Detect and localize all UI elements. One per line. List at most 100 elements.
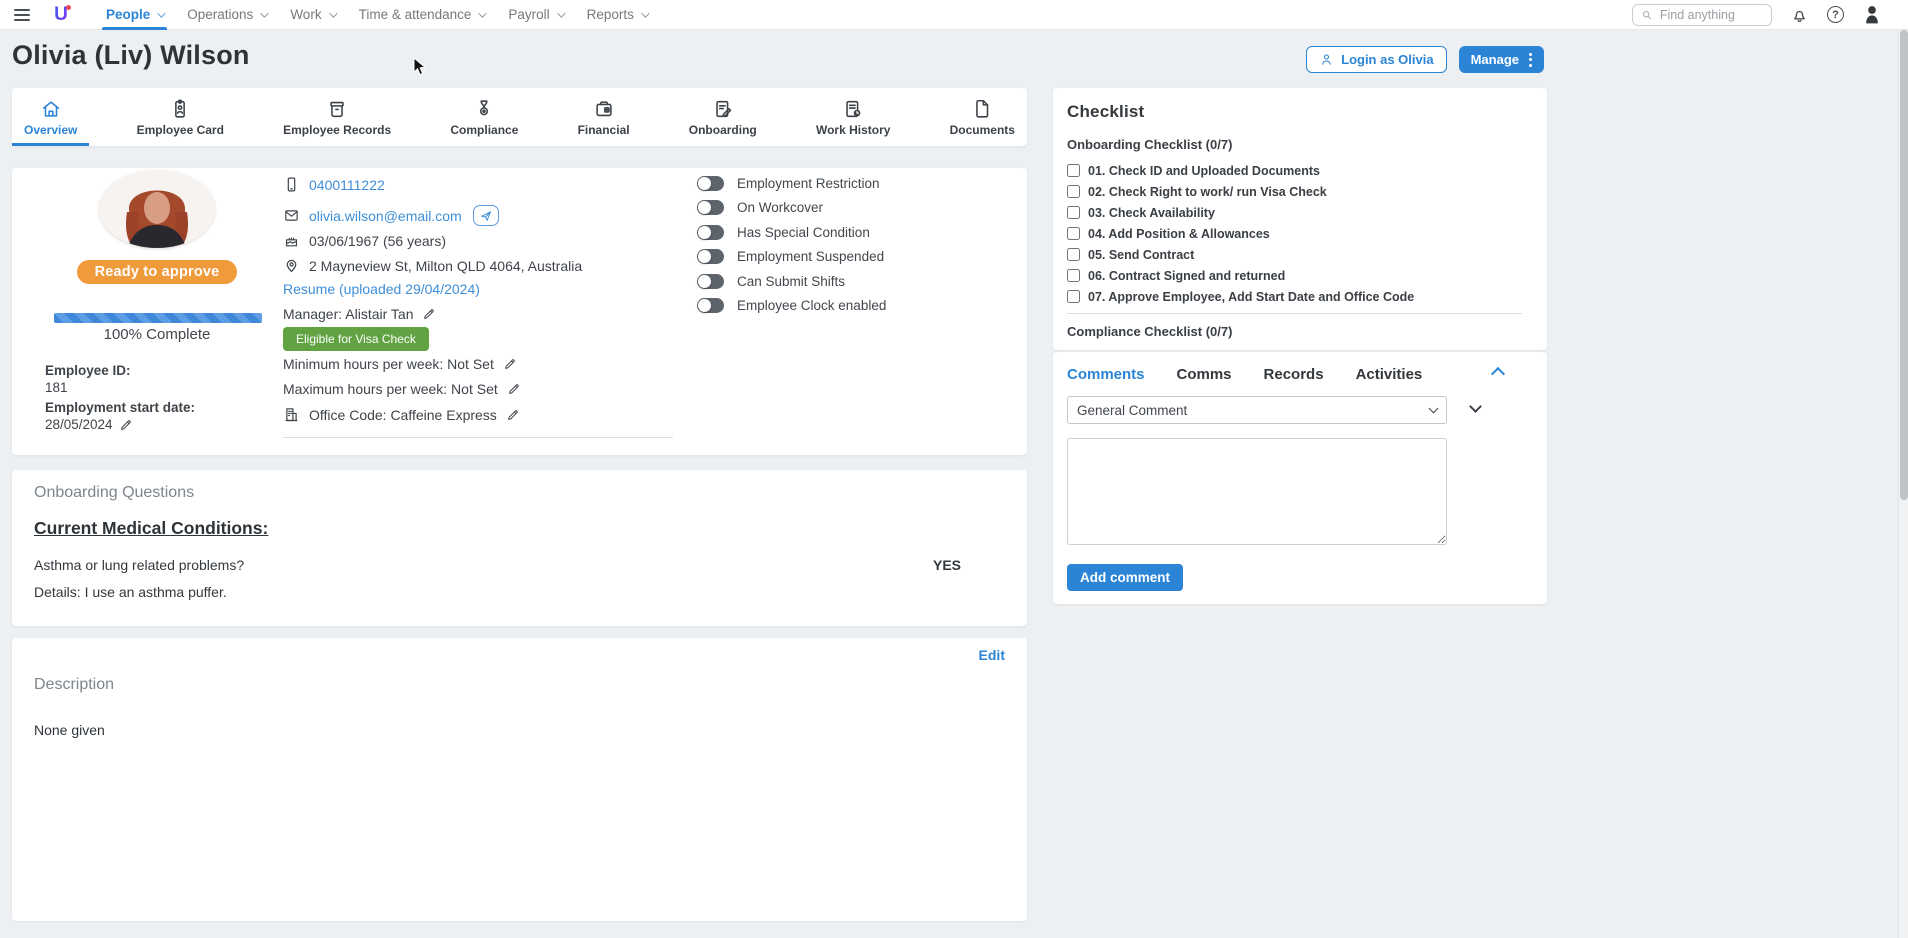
- edit-pencil-icon[interactable]: [506, 408, 520, 422]
- checklist-item-7[interactable]: 07. Approve Employee, Add Start Date and…: [1067, 286, 1533, 307]
- tab-employee-records[interactable]: Employee Records: [271, 88, 403, 146]
- email-link[interactable]: olivia.wilson@email.com: [309, 208, 462, 224]
- edit-pencil-icon[interactable]: [422, 307, 436, 321]
- page-scrollbar[interactable]: [1898, 0, 1908, 938]
- nav-item-people[interactable]: People: [94, 0, 175, 29]
- document-clock-icon: [842, 98, 864, 120]
- onboarding-checklist-items: 01. Check ID and Uploaded Documents 02. …: [1067, 160, 1533, 307]
- nav-item-operations[interactable]: Operations: [175, 0, 278, 29]
- nav-item-reports[interactable]: Reports: [575, 0, 659, 29]
- mobile-phone-icon: [283, 176, 300, 193]
- employment-suspended-toggle[interactable]: [697, 249, 724, 264]
- medal-icon: [473, 98, 495, 120]
- employee-profile-page: U People Operations Work Time & attendan…: [0, 0, 1908, 938]
- send-email-button[interactable]: [473, 205, 499, 226]
- nav-item-work[interactable]: Work: [278, 0, 346, 29]
- page-title: Olivia (Liv) Wilson: [12, 40, 250, 71]
- kebab-menu-icon[interactable]: [1529, 53, 1532, 67]
- office-code-row: Office Code: Caffeine Express: [283, 406, 520, 423]
- checklist-item-2[interactable]: 02. Check Right to work/ run Visa Check: [1067, 181, 1533, 202]
- tab-records[interactable]: Records: [1264, 366, 1324, 383]
- add-comment-button[interactable]: Add comment: [1067, 564, 1183, 591]
- checkbox[interactable]: [1067, 164, 1080, 177]
- brand-logo-dot: [66, 5, 71, 10]
- tab-onboarding[interactable]: Onboarding: [677, 88, 769, 146]
- tab-activities[interactable]: Activities: [1356, 366, 1423, 383]
- tab-financial[interactable]: Financial: [566, 88, 642, 146]
- comments-tab-bar: Comments Comms Records Activities: [1067, 366, 1533, 383]
- tab-documents[interactable]: Documents: [938, 88, 1027, 146]
- employee-clock-toggle[interactable]: [697, 298, 724, 313]
- visa-check-badge[interactable]: Eligible for Visa Check: [283, 327, 429, 351]
- nav-item-payroll[interactable]: Payroll: [496, 0, 574, 29]
- employee-id-label: Employee ID:: [45, 363, 131, 378]
- tab-comms[interactable]: Comms: [1177, 366, 1232, 383]
- checklist-item-5[interactable]: 05. Send Contract: [1067, 244, 1533, 265]
- checkbox[interactable]: [1067, 227, 1080, 240]
- topbar-right-actions: ?: [1632, 4, 1908, 26]
- user-avatar-icon[interactable]: [1862, 4, 1882, 26]
- expand-chevron-down-icon[interactable]: [1469, 400, 1482, 413]
- tab-compliance[interactable]: Compliance: [438, 88, 530, 146]
- can-submit-shifts-toggle[interactable]: [697, 274, 724, 289]
- employment-restriction-toggle[interactable]: [697, 176, 724, 191]
- tab-overview[interactable]: Overview: [12, 88, 89, 146]
- birth-date-row: 03/06/1967 (56 years): [283, 232, 446, 249]
- notifications-bell-icon[interactable]: [1790, 5, 1809, 24]
- onboarding-checklist-title: Onboarding Checklist (0/7): [1067, 137, 1533, 152]
- collapse-chevron-up-icon[interactable]: [1491, 367, 1505, 381]
- paper-plane-icon: [479, 209, 493, 223]
- resume-row: Resume (uploaded 29/04/2024): [283, 281, 480, 297]
- phone-row: 0400111222: [283, 176, 385, 193]
- chevron-down-icon: [641, 9, 649, 17]
- checkbox[interactable]: [1067, 290, 1080, 303]
- description-card: Edit Description None given: [12, 638, 1027, 921]
- global-search[interactable]: [1632, 4, 1772, 26]
- checklist-item-3[interactable]: 03. Check Availability: [1067, 202, 1533, 223]
- tab-comments[interactable]: Comments: [1067, 366, 1145, 383]
- chevron-down-icon: [557, 9, 565, 17]
- checklist-item-1[interactable]: 01. Check ID and Uploaded Documents: [1067, 160, 1533, 181]
- comment-type-select[interactable]: General Comment: [1067, 396, 1447, 424]
- scrollbar-thumb[interactable]: [1900, 30, 1908, 500]
- checkbox[interactable]: [1067, 206, 1080, 219]
- edit-description-link[interactable]: Edit: [979, 647, 1005, 663]
- tab-work-history[interactable]: Work History: [804, 88, 902, 146]
- envelope-icon: [283, 207, 300, 224]
- phone-link[interactable]: 0400111222: [309, 177, 385, 193]
- birthday-cake-icon: [283, 232, 300, 249]
- checklist-card: Checklist Onboarding Checklist (0/7) 01.…: [1053, 88, 1547, 350]
- brand-logo[interactable]: U: [50, 4, 72, 26]
- location-pin-icon: [283, 257, 300, 274]
- divider: [283, 437, 673, 438]
- checkbox[interactable]: [1067, 269, 1080, 282]
- nav-item-time-attendance[interactable]: Time & attendance: [347, 0, 497, 29]
- checkbox[interactable]: [1067, 185, 1080, 198]
- edit-pencil-icon[interactable]: [507, 382, 521, 396]
- search-input[interactable]: [1660, 8, 1763, 22]
- profile-contact-column: 0400111222 olivia.wilson@email.com 03/06…: [283, 168, 683, 455]
- progress-label: 100% Complete: [32, 326, 282, 343]
- help-icon[interactable]: ?: [1827, 6, 1844, 23]
- checklist-item-4[interactable]: 04. Add Position & Allowances: [1067, 223, 1533, 244]
- manage-button[interactable]: Manage: [1459, 46, 1544, 73]
- profile-left-column: Ready to approve 100% Complete Employee …: [32, 170, 282, 284]
- min-hours-text: Minimum hours per week: Not Set: [283, 356, 494, 372]
- toggle-row-special-condition: Has Special Condition: [697, 225, 870, 240]
- manager-row: Manager: Alistair Tan: [283, 306, 436, 322]
- has-special-condition-toggle[interactable]: [697, 225, 724, 240]
- profile-photo[interactable]: [99, 170, 215, 248]
- max-hours-text: Maximum hours per week: Not Set: [283, 381, 498, 397]
- on-workcover-toggle[interactable]: [697, 200, 724, 215]
- edit-pencil-icon[interactable]: [503, 357, 517, 371]
- hamburger-menu-icon[interactable]: [14, 9, 30, 21]
- checklist-item-6[interactable]: 06. Contract Signed and returned: [1067, 265, 1533, 286]
- comment-textarea[interactable]: [1067, 438, 1447, 545]
- login-as-button[interactable]: Login as Olivia: [1306, 46, 1446, 73]
- tab-employee-card[interactable]: Employee Card: [125, 88, 236, 146]
- toggle-row-employment-restriction: Employment Restriction: [697, 176, 880, 191]
- resume-link[interactable]: Resume (uploaded 29/04/2024): [283, 281, 480, 297]
- checkbox[interactable]: [1067, 248, 1080, 261]
- top-navigation-bar: U People Operations Work Time & attendan…: [0, 0, 1908, 30]
- edit-pencil-icon[interactable]: [119, 418, 133, 432]
